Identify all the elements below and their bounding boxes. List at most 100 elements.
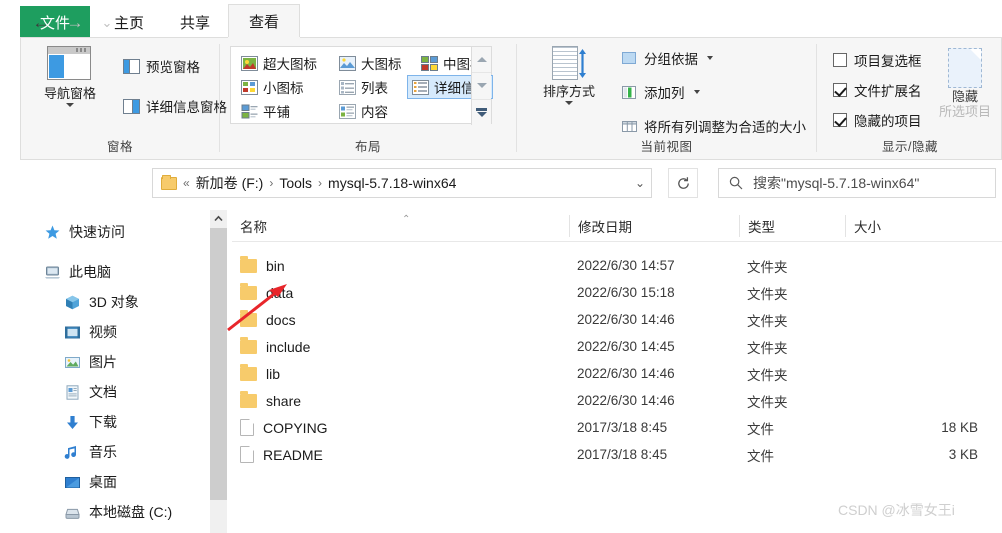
table-row[interactable]: COPYING 2017/3/18 8:45 文件 18 KB (232, 414, 1002, 441)
layout-item-extra-large-icons[interactable]: 超大图标 (237, 52, 321, 74)
list-icon (339, 79, 356, 95)
file-name-cell: bin (240, 255, 285, 274)
file-icon (240, 446, 254, 463)
group-by-button[interactable]: 分组依据 (621, 48, 713, 68)
medium-icons-icon (421, 55, 438, 71)
caret-up-icon (476, 57, 487, 63)
gallery-scroll-down-button[interactable] (472, 72, 491, 98)
table-row[interactable]: data 2022/6/30 15:18 文件夹 (232, 279, 1002, 306)
preview-pane-icon (123, 58, 140, 74)
refresh-button[interactable] (668, 168, 698, 198)
layout-item-tiles[interactable]: 平铺 (237, 100, 294, 122)
preview-pane-button[interactable]: 预览窗格 (123, 56, 200, 76)
scroll-up-button[interactable] (210, 210, 227, 227)
picture-icon (64, 354, 81, 371)
hidden-items-option[interactable]: 隐藏的项目 (833, 110, 922, 130)
tab-share[interactable]: 共享 (162, 6, 228, 38)
sidebar-item-pictures[interactable]: 图片 (64, 352, 117, 372)
file-explorer-window: 文件 主页 共享 查看 导航窗格 预览窗格 详细信息窗格 窗格 超大图标 大图标… (0, 0, 1002, 533)
breadcrumb-item-drive[interactable]: 新加卷 (F:) (196, 173, 264, 193)
watermark: CSDN @冰雪女王i (838, 502, 955, 518)
navigation-pane-button[interactable]: 导航窗格 (27, 46, 113, 108)
layout-item-large-icons[interactable]: 大图标 (335, 52, 406, 74)
hide-selected-items-button[interactable]: 隐藏 所选项目 (927, 48, 1002, 120)
layout-item-label: 列表 (361, 81, 388, 96)
gallery-more-button[interactable] (472, 98, 491, 125)
table-row[interactable]: bin 2022/6/30 14:57 文件夹 (232, 252, 1002, 279)
recent-locations-button[interactable]: ⌄ (94, 10, 120, 36)
column-header-type[interactable]: 类型 (740, 210, 845, 242)
large-icons-icon (339, 55, 356, 71)
column-header-size[interactable]: 大小 (846, 210, 1002, 242)
layout-item-list[interactable]: 列表 (335, 76, 392, 98)
item-checkboxes-option[interactable]: 项目复选框 (833, 50, 922, 70)
column-header-name[interactable]: 名称 ⌃ (232, 210, 569, 242)
breadcrumb-item-current[interactable]: mysql-5.7.18-winx64 (328, 175, 456, 191)
table-row[interactable]: README 2017/3/18 8:45 文件 3 KB (232, 441, 1002, 468)
up-button[interactable]: ↑ (122, 10, 148, 36)
size-all-columns-button[interactable]: 将所有列调整为合适的大小 (621, 116, 806, 136)
file-extensions-checkbox[interactable] (833, 83, 847, 97)
layout-gallery-scrollbar[interactable] (471, 47, 491, 125)
sort-by-icon (546, 46, 592, 82)
navigation-pane-scrollbar[interactable] (210, 210, 227, 533)
layout-item-label: 内容 (361, 105, 388, 120)
sidebar-item-this-pc[interactable]: 此电脑 (44, 262, 111, 282)
breadcrumb-separator[interactable]: › (317, 176, 323, 190)
navigation-pane-label: 导航窗格 (43, 86, 96, 101)
item-checkboxes-checkbox[interactable] (833, 53, 847, 67)
forward-button[interactable]: → (62, 10, 88, 36)
breadcrumb-overflow[interactable]: « (182, 176, 191, 190)
sidebar-item-desktop[interactable]: 桌面 (64, 472, 117, 492)
layout-item-label: 小图标 (263, 81, 304, 96)
search-box[interactable]: 搜索"mysql-5.7.18-winx64" (718, 168, 996, 198)
ribbon-group-layout: 超大图标 大图标 中图标 小图标 列表 详细信息 平铺 内容 布局 (220, 38, 516, 159)
refresh-icon (676, 176, 691, 191)
sidebar-item-documents[interactable]: 文档 (64, 382, 117, 402)
file-type: 文件夹 (747, 313, 788, 329)
arrow-right-icon: → (66, 13, 84, 32)
file-date: 2022/6/30 14:46 (577, 393, 675, 408)
sidebar-item-downloads[interactable]: 下载 (64, 412, 117, 432)
gallery-scroll-up-button[interactable] (472, 47, 491, 72)
table-row[interactable]: docs 2022/6/30 14:46 文件夹 (232, 306, 1002, 333)
sidebar-item-quick-access[interactable]: 快速访问 (44, 222, 125, 242)
layout-item-small-icons[interactable]: 小图标 (237, 76, 308, 98)
layout-gallery[interactable]: 超大图标 大图标 中图标 小图标 列表 详细信息 平铺 内容 (230, 46, 493, 125)
sidebar-item-music[interactable]: 音乐 (64, 442, 117, 462)
ribbon-group-label-current-view: 当前视图 (640, 140, 693, 154)
file-type: 文件 (747, 421, 774, 437)
ribbon-group-label-show-hide: 显示/隐藏 (882, 140, 938, 154)
add-columns-button[interactable]: 添加列 (621, 82, 700, 102)
file-name: lib (266, 365, 281, 382)
caret-down-icon (476, 83, 487, 89)
sort-by-button[interactable]: 排序方式 (527, 46, 611, 106)
hidden-items-checkbox[interactable] (833, 113, 847, 127)
scrollbar-thumb[interactable] (210, 228, 227, 500)
file-extensions-option[interactable]: 文件扩展名 (833, 80, 922, 100)
back-button[interactable]: ← (28, 10, 54, 36)
group-by-icon (621, 51, 638, 66)
folder-icon (240, 390, 257, 408)
table-row[interactable]: lib 2022/6/30 14:46 文件夹 (232, 360, 1002, 387)
table-row[interactable]: share 2022/6/30 14:46 文件夹 (232, 387, 1002, 414)
breadcrumb-item-tools[interactable]: Tools (279, 175, 312, 191)
layout-item-content[interactable]: 内容 (335, 100, 392, 122)
sidebar-item-videos[interactable]: 视频 (64, 322, 117, 342)
hidden-items-label: 隐藏的项目 (854, 114, 922, 129)
file-name: data (266, 284, 294, 301)
file-type: 文件夹 (747, 259, 788, 275)
sidebar-item-local-disk-c[interactable]: 本地磁盘 (C:) (64, 502, 172, 522)
sidebar-item-3d-objects[interactable]: 3D 对象 (64, 292, 139, 312)
breadcrumb[interactable]: « 新加卷 (F:) › Tools › mysql-5.7.18-winx64… (152, 168, 652, 198)
column-header-date[interactable]: 修改日期 (570, 210, 739, 242)
tab-view[interactable]: 查看 (228, 4, 300, 38)
star-icon (44, 224, 61, 241)
details-pane-button[interactable]: 详细信息窗格 (123, 96, 227, 116)
arrow-left-icon: ← (32, 13, 50, 32)
file-name: bin (266, 257, 285, 274)
chevron-down-icon (707, 56, 713, 60)
breadcrumb-separator[interactable]: › (268, 176, 274, 190)
breadcrumb-dropdown-button[interactable]: ⌄ (635, 176, 645, 190)
table-row[interactable]: include 2022/6/30 14:45 文件夹 (232, 333, 1002, 360)
